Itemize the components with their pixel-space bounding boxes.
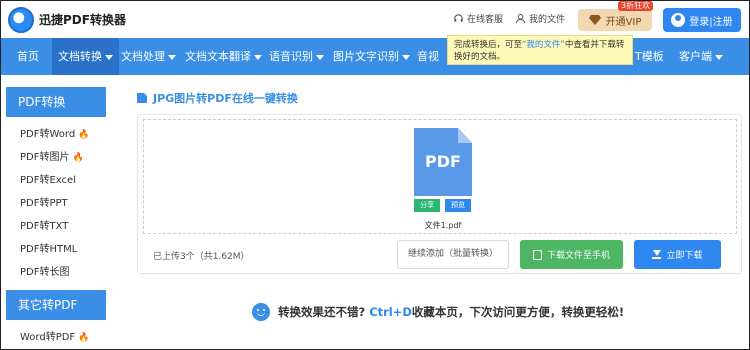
caret-down-icon — [715, 54, 723, 60]
nav-label: 音视 — [417, 50, 439, 63]
download-now-button[interactable]: 立即下载 — [634, 240, 721, 269]
download-now-label: 立即下载 — [666, 251, 703, 261]
nav-label: 图片文字识别 — [333, 50, 399, 63]
user-icon — [515, 13, 526, 24]
nav-label: 文档文本翻译 — [185, 50, 251, 63]
sidebar-item-pdf-to-long-image[interactable]: PDF转长图 — [6, 261, 106, 284]
pdf-file-label: PDF — [425, 152, 461, 171]
login-label: 登录|注册 — [689, 16, 733, 28]
download-to-phone-button[interactable]: 下载文件至手机 — [520, 240, 623, 269]
header: 迅捷PDF转换器 在线客服 我的文件 开通VIP 3折狂欢 登录|注册 — [1, 1, 749, 38]
nav-item-ocr[interactable]: 图片文字识别 — [327, 38, 416, 75]
nav-label: T模板 — [635, 50, 664, 63]
promo-hotkey: Ctrl+D — [369, 305, 412, 319]
file-dropzone[interactable]: PDF 分享 预览 文件1.pdf — [143, 119, 737, 234]
sidebar-item-pdf-to-txt[interactable]: PDF转TXT — [6, 215, 106, 238]
promo-text: 转换效果还不错? — [278, 305, 366, 319]
continue-add-button[interactable]: 继续添加（批量转换） — [397, 240, 509, 269]
smile-icon — [252, 303, 270, 321]
caret-down-icon — [316, 54, 324, 60]
nav-label: 语音识别 — [269, 50, 313, 63]
nav-item-doc-process[interactable]: 文档处理 — [115, 38, 182, 75]
caret-down-icon — [168, 54, 176, 60]
nav-item-speech[interactable]: 语音识别 — [263, 38, 330, 75]
sidebar-item-label: PDF转Word — [20, 129, 76, 140]
nav-item-audio-video[interactable]: 音视 — [411, 38, 445, 75]
nav-item-doc-convert[interactable]: 文档转换 — [52, 38, 119, 75]
main-nav: 首页 文档转换 文档处理 文档文本翻译 语音识别 图片文字识别 音视 T模板 客… — [1, 38, 749, 75]
my-files-label: 我的文件 — [529, 15, 566, 25]
download-to-phone-label: 下载文件至手机 — [546, 251, 610, 261]
document-icon — [137, 93, 147, 103]
sidebar-section-title: 其它转PDF — [6, 290, 106, 320]
logo-icon[interactable] — [8, 7, 34, 33]
sidebar-item-pdf-to-ppt[interactable]: PDF转PPT — [6, 192, 106, 215]
my-files-link[interactable]: 我的文件 — [515, 12, 565, 25]
caret-down-icon — [402, 54, 410, 60]
tooltip-link[interactable]: “我的文件” — [522, 40, 565, 50]
nav-label: 文档处理 — [121, 50, 165, 63]
caret-down-icon — [254, 54, 262, 60]
sidebar-item-pdf-to-excel[interactable]: PDF转Excel — [6, 169, 106, 192]
nav-item-home[interactable]: 首页 — [11, 38, 45, 75]
vip-label: 开通VIP — [605, 16, 642, 28]
avatar-icon — [671, 13, 686, 27]
sidebar-item-label: PDF转TXT — [20, 221, 69, 232]
tooltip-text: 完成转换后，可至 — [454, 40, 523, 50]
fire-icon: 🔥 — [78, 130, 90, 140]
page-title-text: JPG图片转PDF在线一键转换 — [153, 92, 298, 105]
file-name: 文件1.pdf — [424, 221, 462, 230]
sidebar-item-pdf-to-word[interactable]: PDF转Word 🔥 — [6, 123, 106, 146]
sidebar-item-label: PDF转长图 — [20, 267, 70, 278]
login-button[interactable]: 登录|注册 — [663, 8, 741, 32]
page-title: JPG图片转PDF在线一键转换 — [137, 90, 298, 106]
download-icon — [652, 250, 662, 259]
sidebar-item-label: Word转PDF — [20, 332, 76, 343]
sidebar: PDF转换 PDF转Word 🔥 PDF转图片 🔥 PDF转Excel PDF转… — [6, 87, 106, 349]
sidebar-item-pdf-to-html[interactable]: PDF转HTML — [6, 238, 106, 261]
phone-icon — [532, 249, 542, 260]
promo-text: 收藏本页，下次访问更方便，转换更轻松! — [411, 305, 625, 319]
online-service-label: 在线客服 — [467, 15, 504, 25]
nav-item-client[interactable]: 客户端 — [673, 38, 729, 75]
fire-icon: 🔥 — [72, 153, 84, 163]
sidebar-item-label: PDF转HTML — [20, 244, 78, 255]
online-service-link[interactable]: 在线客服 — [453, 12, 503, 25]
sidebar-item-label: PDF转图片 — [20, 152, 70, 163]
nav-label: 首页 — [17, 50, 39, 63]
preview-button[interactable]: 预览 — [445, 199, 471, 212]
fire-icon: 🔥 — [78, 333, 90, 343]
sidebar-item-pdf-to-image[interactable]: PDF转图片 🔥 — [6, 146, 106, 169]
bookmark-promo: 转换效果还不错? Ctrl+D收藏本页，下次访问更方便，转换更轻松! — [252, 303, 624, 321]
nav-label: 客户端 — [679, 50, 712, 63]
nav-item-translate[interactable]: 文档文本翻译 — [179, 38, 268, 75]
sidebar-item-label: PDF转Excel — [20, 175, 76, 186]
nav-label: 文档转换 — [58, 50, 102, 63]
sidebar-section-title: PDF转换 — [6, 87, 106, 117]
upload-status: 已上传3个（共1.62M） — [153, 252, 250, 262]
logo-text[interactable]: 迅捷PDF转换器 — [39, 11, 126, 28]
sidebar-item-word-to-pdf[interactable]: Word转PDF 🔥 — [6, 326, 106, 349]
nav-item-ppt-template[interactable]: T模板 — [629, 38, 670, 75]
caret-down-icon — [105, 54, 113, 60]
share-button[interactable]: 分享 — [414, 199, 440, 212]
headset-icon — [454, 14, 463, 22]
conversion-card: PDF 分享 预览 文件1.pdf 已上传3个（共1.62M） 继续添加（批量转… — [137, 114, 742, 274]
vip-promo-badge: 3折狂欢 — [618, 1, 654, 11]
my-files-tooltip: 完成转换后，可至“我的文件”中查看并下载转换好的文档。 — [447, 35, 633, 65]
sidebar-item-label: PDF转PPT — [20, 198, 68, 209]
diamond-icon — [588, 15, 601, 25]
vip-button[interactable]: 开通VIP — [578, 9, 652, 31]
